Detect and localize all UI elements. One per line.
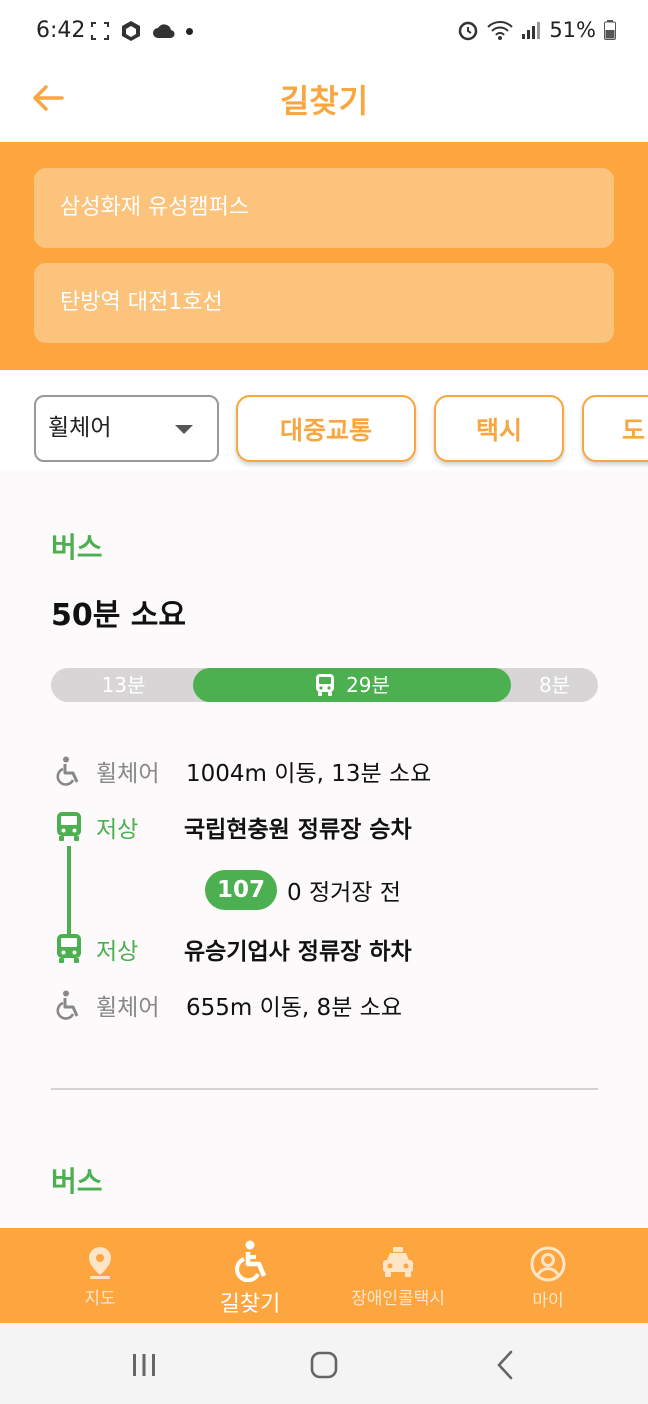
route-type: 버스 [51, 1165, 103, 1198]
map-pin-icon [89, 1247, 111, 1279]
chevron-left-icon [497, 1350, 513, 1380]
route-step-board: 저상 국립현충원 정류장 승차 [56, 810, 412, 844]
nav-item-my[interactable]: 마이 [508, 1228, 588, 1323]
user-circle-icon [530, 1246, 566, 1282]
home-button[interactable] [302, 1343, 346, 1387]
signal-icon [522, 22, 541, 39]
nav-label: 마이 [532, 1291, 564, 1311]
bus-icon [56, 934, 82, 964]
wheelchair-active-icon [235, 1240, 267, 1282]
bus-number-badge[interactable]: 107 [205, 870, 277, 910]
route-type: 버스 [51, 531, 103, 564]
tab-walk[interactable]: 도 [582, 395, 648, 462]
bus-stops-away: 0 정거장 전 [287, 880, 401, 906]
alarm-icon [459, 21, 478, 41]
status-right: 51% [457, 18, 616, 42]
bus-route-line [67, 846, 71, 934]
route-step-alight: 저상 유승기업사 정류장 하차 [56, 932, 412, 966]
route-results[interactable]: 버스 50분 소요 13분 29분 8분 휠체어 1004m 이동, 13분 소… [0, 470, 648, 1228]
nav-item-call-taxi[interactable]: 장애인콜택시 [330, 1228, 466, 1323]
system-nav-bar [0, 1323, 648, 1404]
nav-label: 장애인콜택시 [351, 1289, 445, 1309]
screenshot-icon [91, 22, 109, 40]
page-title: 길찾기 [279, 82, 369, 120]
bus-icon [316, 674, 335, 696]
origin-field[interactable]: 삼성화재 유성캠퍼스 [34, 168, 614, 248]
nav-item-map[interactable]: 지도 [60, 1228, 140, 1323]
app-header: 길찾기 [0, 62, 648, 142]
wheelchair-icon [56, 756, 82, 786]
timeline-walk-end: 8분 [538, 673, 571, 697]
wifi-icon [487, 21, 514, 40]
route-step-walk-end: 휠체어 655m 이동, 8분 소요 [56, 988, 402, 1022]
timeline-bus-time: 29분 [346, 673, 390, 697]
home-icon [310, 1351, 338, 1379]
step-tag: 휠체어 [96, 995, 160, 1021]
cloud-icon [153, 24, 175, 39]
status-left-icons [90, 20, 193, 42]
step-description: 유승기업사 정류장 하차 [184, 939, 412, 965]
nav-label: 지도 [84, 1289, 116, 1309]
step-tag: 저상 [96, 817, 139, 843]
mobility-mode-value: 휠체어 [48, 415, 112, 441]
step-description: 국립현충원 정류장 승차 [184, 817, 412, 843]
route-total-time: 50분 소요 [51, 598, 186, 633]
step-description: 1004m 이동, 13분 소요 [186, 761, 432, 787]
filter-row: 휠체어 대중교통 택시 도 [0, 370, 648, 470]
step-description: 655m 이동, 8분 소요 [186, 995, 402, 1021]
bus-icon [56, 812, 82, 842]
notification-dot [186, 27, 193, 35]
mobility-mode-select[interactable]: 휠체어 [34, 395, 219, 462]
wheelchair-icon [56, 990, 82, 1020]
status-time: 6:42 [36, 18, 86, 43]
bottom-nav: 지도 길찾기 장애인콜택시 마이 [0, 1228, 648, 1323]
system-back-button[interactable] [484, 1343, 528, 1387]
route-divider [51, 1088, 598, 1090]
search-area: 삼성화재 유성캠퍼스 탄방역 대전1호선 [0, 142, 648, 370]
battery-icon [604, 20, 616, 40]
route-step-walk-start: 휠체어 1004m 이동, 13분 소요 [56, 754, 431, 788]
battery-percent: 51% [549, 18, 596, 42]
app-root: 6:42 51% 길찾기 삼성화재 유성캠퍼스 탄방역 대전1호선 휠체어 대중… [0, 0, 648, 1404]
destination-field[interactable]: 탄방역 대전1호선 [34, 263, 614, 343]
recent-apps-button[interactable] [122, 1343, 166, 1387]
taxi-icon [383, 1247, 413, 1277]
recent-apps-icon [133, 1354, 155, 1376]
bus-info: 107 0 정거장 전 [205, 870, 401, 910]
nav-label: 길찾기 [219, 1292, 281, 1317]
timeline-bus-segment: 29분 [193, 668, 511, 702]
route-timeline: 13분 29분 8분 [51, 668, 598, 702]
chevron-down-icon [175, 425, 193, 434]
nav-item-route[interactable]: 길찾기 [200, 1228, 300, 1323]
timeline-walk-start: 13분 [101, 673, 146, 697]
app-cube-icon [122, 21, 140, 41]
step-tag: 휠체어 [96, 761, 160, 787]
tab-public-transit[interactable]: 대중교통 [236, 395, 416, 462]
step-tag: 저상 [96, 939, 139, 965]
tab-taxi[interactable]: 택시 [434, 395, 564, 462]
status-bar: 6:42 51% [0, 0, 648, 62]
